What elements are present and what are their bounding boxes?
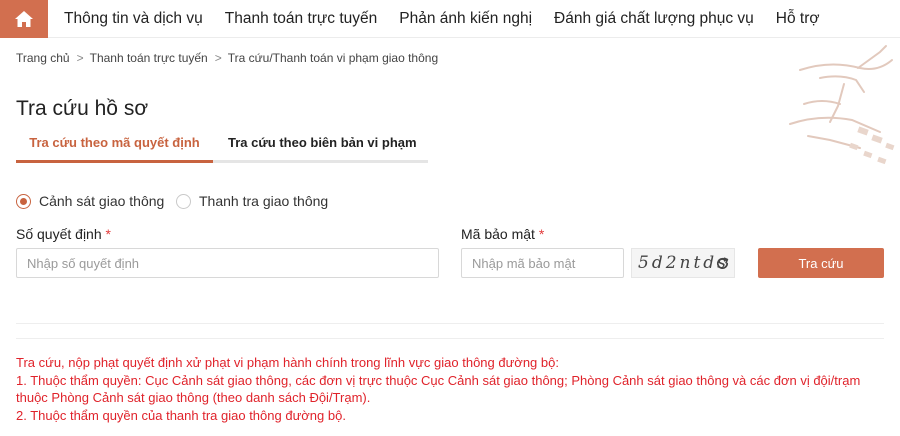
search-button[interactable]: Tra cứu <box>758 248 884 278</box>
radio-label-traffic-police: Cảnh sát giao thông <box>39 193 165 209</box>
divider <box>16 323 884 324</box>
nav-item-info-services[interactable]: Thông tin và dịch vụ <box>64 10 203 28</box>
radio-label-traffic-inspection: Thanh tra giao thông <box>199 193 329 209</box>
breadcrumb-separator: > <box>214 51 222 65</box>
notes-item-1: 1. Thuộc thẩm quyền: Cục Cảnh sát giao t… <box>16 372 861 406</box>
tab-by-violation-record[interactable]: Tra cứu theo biên bản vi phạm <box>228 135 417 150</box>
home-button[interactable] <box>0 0 48 38</box>
tab-by-decision-number[interactable]: Tra cứu theo mã quyết định <box>16 135 213 150</box>
refresh-icon[interactable] <box>715 256 730 271</box>
breadcrumb-current: Tra cứu/Thanh toán vi phạm giao thông <box>227 51 439 65</box>
radio-traffic-police[interactable]: Cảnh sát giao thông <box>16 193 164 209</box>
tab-bar: Tra cứu theo mã quyết định Tra cứu theo … <box>16 131 428 163</box>
required-mark: * <box>105 226 111 242</box>
notes-item-2: 2. Thuộc thẩm quyền của thanh tra giao t… <box>16 407 346 423</box>
radio-checked-indicator[interactable] <box>16 193 31 209</box>
decorative-crane-motif <box>789 45 895 165</box>
divider <box>16 338 884 339</box>
nav-item-service-rating[interactable]: Đánh giá chất lượng phục vụ <box>554 10 754 28</box>
captcha-image: 5d2ntds <box>631 248 735 278</box>
nav-item-support[interactable]: Hỗ trợ <box>776 10 820 28</box>
breadcrumb-home[interactable]: Trang chủ <box>16 51 70 65</box>
decision-number-label: Số quyết định * <box>16 226 111 242</box>
active-tab-indicator <box>16 160 213 163</box>
security-code-label-text: Mã bảo mật <box>461 226 535 242</box>
security-code-input[interactable] <box>461 248 624 278</box>
top-navigation: Thông tin và dịch vụ Thanh toán trực tuy… <box>0 0 900 38</box>
radio-unchecked-indicator[interactable] <box>176 193 191 209</box>
notes-section: Tra cứu, nộp phạt quyết định xử phạt vi … <box>16 354 892 424</box>
breadcrumb-separator: > <box>76 51 84 65</box>
nav-item-online-payment[interactable]: Thanh toán trực tuyến <box>225 10 378 28</box>
decision-number-input[interactable] <box>16 248 439 278</box>
notes-intro: Tra cứu, nộp phạt quyết định xử phạt vi … <box>16 355 559 370</box>
security-code-label: Mã bảo mật * <box>461 226 544 242</box>
required-mark: * <box>538 226 545 242</box>
breadcrumb-online-payment[interactable]: Thanh toán trực tuyến <box>90 51 208 65</box>
decision-number-label-text: Số quyết định <box>16 226 102 242</box>
nav-item-feedback[interactable]: Phản ánh kiến nghị <box>399 10 532 28</box>
radio-traffic-inspection[interactable]: Thanh tra giao thông <box>176 193 328 209</box>
breadcrumb: Trang chủ > Thanh toán trực tuyến > Tra … <box>16 51 438 65</box>
home-icon <box>15 10 33 27</box>
page-title: Tra cứu hồ sơ <box>16 97 149 120</box>
